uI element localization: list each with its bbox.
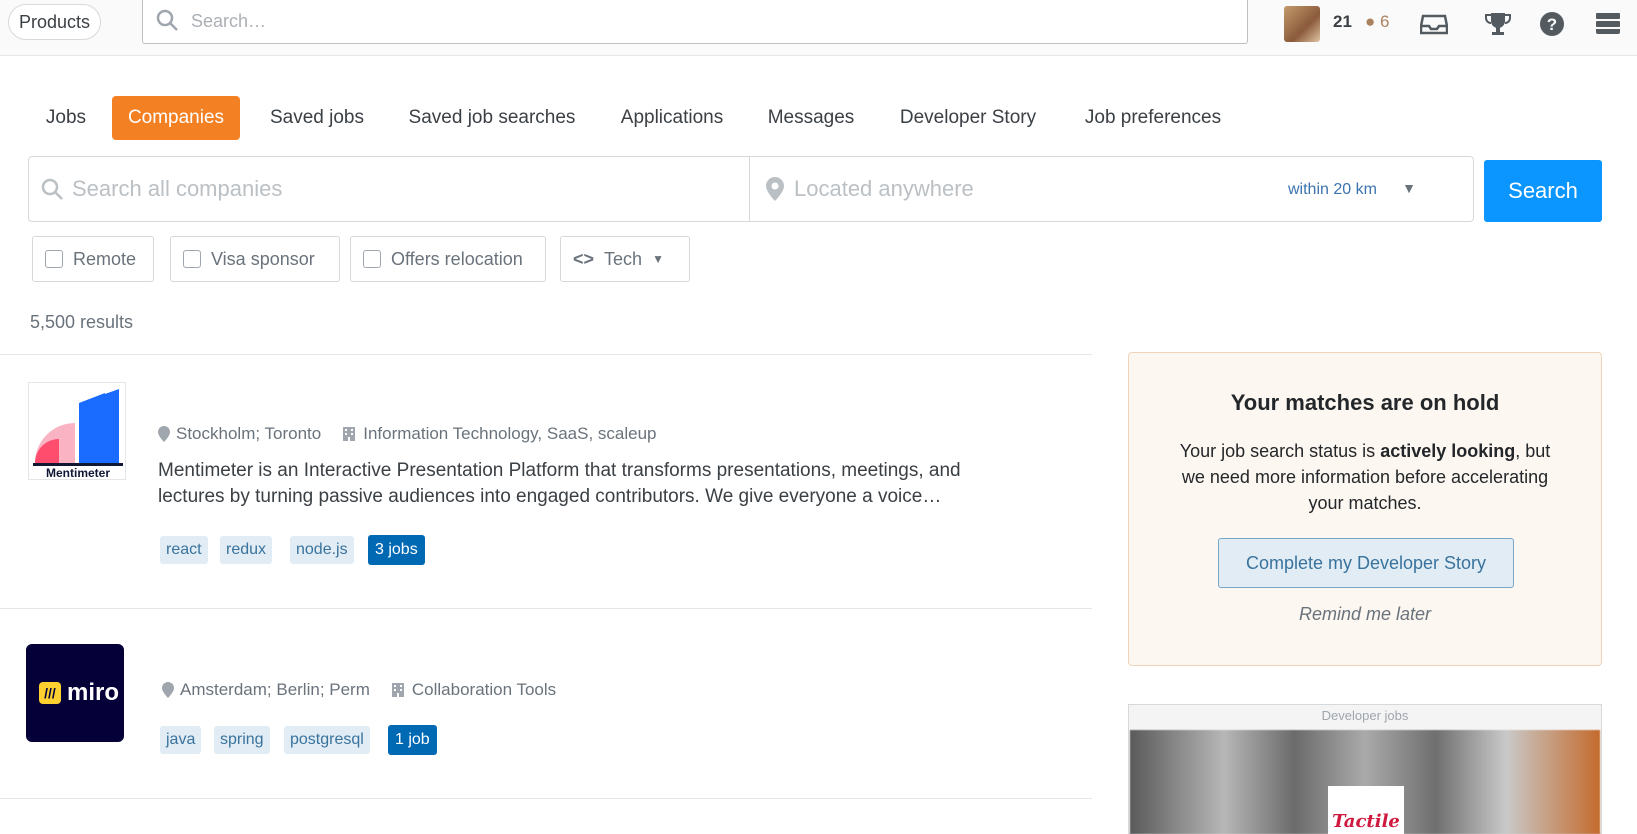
offers-relocation-label: Offers relocation bbox=[391, 248, 523, 269]
hold-panel-text: Your job search status is actively looki… bbox=[1179, 441, 1551, 513]
top-bar: Products 21 ● 6 ? bbox=[0, 0, 1637, 56]
bronze-badge-count: ● 6 bbox=[1365, 12, 1390, 31]
company-industry: Collaboration Tools bbox=[411, 680, 557, 699]
company-logo-mentimeter[interactable]: Mentimeter bbox=[28, 382, 126, 480]
svg-text:?: ? bbox=[1547, 15, 1557, 34]
avatar[interactable] bbox=[1284, 6, 1320, 42]
site-search-box[interactable] bbox=[142, 0, 1248, 44]
tab-jobs[interactable]: Jobs bbox=[38, 96, 94, 140]
remind-me-later-link[interactable]: Remind me later bbox=[1128, 604, 1602, 625]
map-pin-icon bbox=[162, 682, 174, 698]
company-industry: Information Technology, SaaS, scaleup bbox=[363, 424, 657, 443]
tag-postgresql[interactable]: postgresql bbox=[284, 726, 370, 754]
location-field[interactable]: Located anywhere bbox=[766, 176, 974, 202]
company-location: Stockholm; Toronto bbox=[176, 424, 322, 443]
search-icon bbox=[41, 178, 63, 200]
jobs-count-badge[interactable]: 1 job bbox=[388, 725, 437, 755]
remote-filter[interactable]: Remote bbox=[32, 236, 154, 282]
offers-relocation-filter[interactable]: Offers relocation bbox=[350, 236, 546, 282]
visa-sponsor-checkbox[interactable] bbox=[183, 250, 201, 268]
miro-logo-icon: /// bbox=[39, 682, 61, 704]
inbox-icon[interactable] bbox=[1414, 6, 1454, 42]
company-meta-mentimeter: Stockholm; Toronto Information Technolog… bbox=[158, 424, 657, 444]
tab-saved-job-searches[interactable]: Saved job searches bbox=[396, 96, 588, 140]
building-icon bbox=[391, 683, 404, 697]
offers-relocation-checkbox[interactable] bbox=[363, 250, 381, 268]
distance-value: within 20 km bbox=[1288, 181, 1377, 198]
tag-nodejs[interactable]: node.js bbox=[290, 536, 354, 564]
products-menu-button[interactable]: Products bbox=[8, 4, 102, 40]
company-location: Amsterdam; Berlin; Perm bbox=[180, 680, 370, 699]
visa-sponsor-filter[interactable]: Visa sponsor bbox=[170, 236, 340, 282]
tab-applications[interactable]: Applications bbox=[600, 96, 744, 140]
company-search-placeholder: Search all companies bbox=[72, 176, 283, 201]
caret-down-icon: ▼ bbox=[652, 252, 664, 266]
company-description: Mentimeter is an Interactive Presentatio… bbox=[158, 460, 961, 507]
tab-saved-jobs[interactable]: Saved jobs bbox=[252, 96, 382, 140]
location-placeholder: Located anywhere bbox=[794, 176, 974, 201]
search-divider bbox=[749, 157, 750, 221]
divider bbox=[0, 608, 1092, 609]
company-logo-miro[interactable]: /// miro bbox=[26, 644, 124, 742]
map-pin-icon bbox=[158, 426, 170, 442]
tag-java[interactable]: java bbox=[160, 726, 202, 754]
building-icon bbox=[343, 427, 356, 441]
tab-messages[interactable]: Messages bbox=[752, 96, 870, 140]
ad-company-logo[interactable]: Tactile bbox=[1328, 786, 1404, 834]
help-icon[interactable]: ? bbox=[1532, 6, 1572, 42]
results-count: 5,500 results bbox=[30, 312, 134, 332]
reputation-count: 21 bbox=[1333, 12, 1352, 31]
achievements-trophy-icon[interactable] bbox=[1478, 6, 1518, 42]
divider bbox=[0, 798, 1092, 799]
site-search-input[interactable] bbox=[189, 6, 1089, 36]
tech-filter-dropdown[interactable]: <> Tech ▼ bbox=[560, 236, 690, 282]
tag-spring[interactable]: spring bbox=[214, 726, 270, 754]
tab-developer-story[interactable]: Developer Story bbox=[888, 96, 1048, 140]
remote-label: Remote bbox=[73, 248, 137, 269]
tech-label: Tech bbox=[604, 248, 643, 269]
remote-checkbox[interactable] bbox=[45, 250, 63, 268]
map-pin-icon bbox=[766, 177, 784, 201]
visa-sponsor-label: Visa sponsor bbox=[211, 248, 315, 269]
complete-developer-story-button[interactable]: Complete my Developer Story bbox=[1218, 538, 1514, 588]
code-icon: <> bbox=[573, 248, 595, 269]
site-switcher-icon[interactable] bbox=[1588, 6, 1628, 42]
jobs-count-badge[interactable]: 3 jobs bbox=[368, 535, 425, 565]
chevron-down-icon: ▼ bbox=[1402, 180, 1416, 196]
mentimeter-logo-text: Mentimeter bbox=[46, 466, 110, 480]
tag-redux[interactable]: redux bbox=[220, 536, 273, 564]
tag-react[interactable]: react bbox=[160, 536, 208, 564]
company-meta-miro: Amsterdam; Berlin; Perm Collaboration To… bbox=[162, 680, 556, 700]
company-search-field[interactable]: Search all companies bbox=[40, 176, 282, 202]
job-status: actively looking bbox=[1380, 441, 1516, 461]
tab-job-preferences[interactable]: Job preferences bbox=[1078, 96, 1228, 140]
hold-panel-title: Your matches are on hold bbox=[1230, 390, 1500, 415]
divider bbox=[0, 354, 1092, 355]
search-icon bbox=[156, 9, 178, 31]
tab-companies[interactable]: Companies bbox=[112, 96, 240, 140]
distance-select[interactable]: within 20 km ▼ bbox=[1280, 174, 1426, 206]
miro-logo-text: miro bbox=[67, 679, 120, 706]
ad-label: Developer jobs bbox=[1321, 708, 1409, 723]
search-button[interactable]: Search bbox=[1484, 160, 1602, 222]
